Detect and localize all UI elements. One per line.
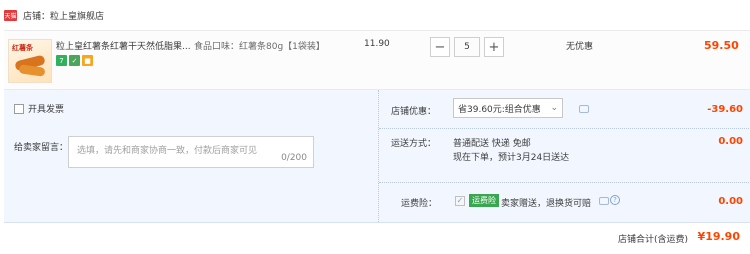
shop-discount-selected: 省39.60元:组合优惠 [458, 104, 541, 115]
item-subtotal: 59.50 [704, 39, 739, 52]
comment-icon[interactable] [599, 197, 609, 205]
shipping-method: 普通配送 快递 免邮 [453, 139, 531, 149]
quantity-input[interactable]: 5 [454, 37, 480, 57]
seven-day-return-icon[interactable]: 7 [56, 55, 67, 66]
shop-discount-row: 店铺优惠： 省39.60元:组合优惠 ⌄ -39.60 [379, 90, 750, 129]
item-promotion: 无优惠 [566, 42, 594, 52]
product-thumbnail[interactable]: 红薯条 [8, 39, 52, 83]
shipping-label: 运送方式： [391, 139, 437, 149]
message-char-counter: 0/200 [281, 153, 307, 163]
shop-total-value: ¥19.90 [697, 230, 740, 243]
seller-message-label: 给卖家留言： [14, 143, 69, 153]
shop-total-label: 店铺合计(含运费) [617, 235, 688, 245]
shop-order-summary: 店铺优惠： 省39.60元:组合优惠 ⌄ -39.60 运送方式： 普通配送 快… [378, 90, 750, 222]
insurance-label: 运费险： [401, 199, 438, 209]
shipping-eta: 现在下单，预计3月24日送达 [453, 153, 570, 163]
chevron-down-icon: ⌄ [550, 103, 558, 113]
quantity-increase-button[interactable]: + [484, 37, 504, 57]
order-options-panel: 开具发票 给卖家留言： 选填，请先和商家协商一致，付款后商家可见 0/200 店… [4, 90, 750, 223]
shipping-insurance-row: 运费险： ✓ 运费险 卖家赠送，退换货可赔 ? 0.00 [379, 182, 750, 222]
shop-label: 店铺： [23, 11, 51, 22]
product-title-link[interactable]: 粒上皇红薯条红薯干天然低脂果... [56, 39, 194, 52]
invoice-option[interactable]: 开具发票 [14, 102, 64, 115]
invoice-label: 开具发票 [28, 105, 65, 115]
quantity-stepper: − 5 + [430, 37, 504, 57]
order-item-row: 红薯条 粒上皇红薯条红薯干天然低脂果... 7 ✓ ■ 食品口味：红薯条80g【… [4, 30, 750, 90]
shop-discount-select[interactable]: 省39.60元:组合优惠 ⌄ [453, 98, 563, 118]
sweet-potato-strip-image [18, 64, 46, 77]
shop-discount-label: 店铺优惠： [391, 107, 437, 117]
comment-icon[interactable] [579, 105, 589, 113]
tmall-icon: 天猫 [4, 9, 17, 21]
shop-name-link[interactable]: 粒上皇旗舰店 [50, 9, 104, 22]
shipping-fee: 0.00 [718, 136, 743, 147]
insurance-fee: 0.00 [718, 196, 743, 207]
shop-discount-amount: -39.60 [707, 104, 743, 115]
insurance-description: 卖家赠送，退换货可赔 [501, 199, 592, 209]
product-sku: 食品口味：红薯条80g【1袋装】 [194, 42, 325, 52]
shipping-row: 运送方式： 普通配送 快递 免邮 现在下单，预计3月24日送达 0.00 [379, 128, 750, 183]
seller-message-textarea[interactable]: 选填，请先和商家协商一致，付款后商家可见 0/200 [68, 136, 314, 168]
unit-price: 11.90 [364, 39, 390, 49]
insurance-checkbox[interactable]: ✓ [455, 196, 465, 206]
authentic-guarantee-icon[interactable]: ✓ [69, 55, 80, 66]
shop-total-row: 店铺合计(含运费) ¥19.90 [0, 222, 750, 254]
service-icons: 7 ✓ ■ [56, 55, 93, 66]
credit-card-icon[interactable]: ■ [82, 55, 93, 66]
quantity-decrease-button[interactable]: − [430, 37, 450, 57]
thumbnail-brand-text: 红薯条 [12, 44, 33, 52]
message-placeholder: 选填，请先和商家协商一致，付款后商家可见 [77, 146, 258, 156]
invoice-checkbox[interactable] [14, 103, 24, 114]
help-icon[interactable]: ? [610, 195, 620, 205]
shop-header: 天猫 店铺： 粒上皇旗舰店 [0, 0, 750, 30]
insurance-badge: 运费险 [469, 194, 499, 207]
